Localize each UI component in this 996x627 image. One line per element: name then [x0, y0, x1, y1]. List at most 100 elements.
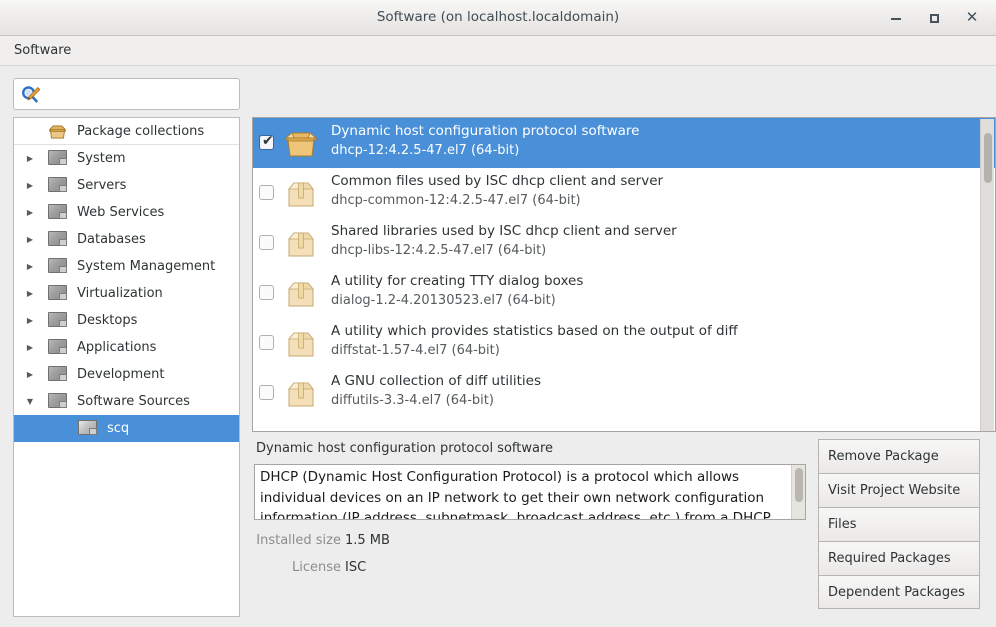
package-title: A utility for creating TTY dialog boxes — [331, 273, 584, 289]
package-title: Shared libraries used by ISC dhcp client… — [331, 223, 677, 239]
chevron-right-icon[interactable]: ▶ — [22, 307, 38, 334]
title-bar: Software (on localhost.localdomain) ✕ — [0, 0, 996, 36]
sidebar-item-label: System Management — [77, 259, 216, 274]
scrollbar-thumb[interactable] — [984, 133, 992, 183]
minimize-icon — [891, 17, 901, 20]
package-version: diffstat-1.57-4.el7 (64-bit) — [331, 343, 500, 358]
package-checkbox[interactable] — [259, 235, 274, 250]
sidebar-item-label: Desktops — [77, 313, 138, 328]
package-title: A utility which provides statistics base… — [331, 323, 738, 339]
menu-item-software[interactable]: Software — [8, 36, 77, 66]
installed-size-label: Installed size — [256, 533, 341, 548]
sidebar-item-system[interactable]: ▶ System — [14, 145, 239, 172]
package-version: dialog-1.2-4.20130523.el7 (64-bit) — [331, 293, 556, 308]
sidebar-item-web-services[interactable]: ▶ Web Services — [14, 199, 239, 226]
description-text: DHCP (Dynamic Host Configuration Protoco… — [260, 469, 771, 520]
package-checkbox[interactable] — [259, 335, 274, 350]
sidebar-item-label: Applications — [77, 340, 157, 355]
search-edit-icon — [21, 85, 41, 105]
search-input[interactable] — [46, 79, 236, 109]
screen-icon — [48, 204, 67, 220]
package-row[interactable]: A utility which provides statistics base… — [253, 318, 995, 368]
screen-icon — [48, 366, 67, 382]
dependent-packages-button[interactable]: Dependent Packages — [818, 575, 980, 609]
menu-bar: Software — [0, 36, 996, 66]
package-list[interactable]: ✔ Dynamic host configuration protocol sof… — [252, 117, 996, 432]
required-packages-button[interactable]: Required Packages — [818, 541, 980, 575]
package-checkbox[interactable] — [259, 285, 274, 300]
chevron-down-icon[interactable]: ▼ — [22, 388, 38, 415]
package-version: dhcp-common-12:4.2.5-47.el7 (64-bit) — [331, 193, 581, 208]
chevron-right-icon[interactable]: ▶ — [22, 280, 38, 307]
license-value: ISC — [345, 560, 367, 575]
package-title: A GNU collection of diff utilities — [331, 373, 542, 389]
sidebar-item-scq[interactable]: scq — [14, 415, 239, 442]
package-checkbox[interactable] — [259, 385, 274, 400]
package-row[interactable]: A GNU collection of diff utilities diffut… — [253, 368, 995, 418]
screen-icon — [48, 285, 67, 301]
remove-package-button[interactable]: Remove Package — [818, 439, 980, 473]
screen-icon — [48, 150, 67, 166]
sidebar-item-label: System — [77, 151, 126, 166]
package-list-scrollbar[interactable] — [980, 119, 994, 431]
close-button[interactable]: ✕ — [956, 0, 988, 35]
visit-project-website-button[interactable]: Visit Project Website — [818, 473, 980, 507]
search-box[interactable] — [13, 78, 240, 110]
maximize-button[interactable] — [918, 0, 950, 35]
screen-icon — [78, 420, 97, 436]
closed-box-icon — [284, 279, 318, 309]
sidebar-item-software-sources[interactable]: ▼ Software Sources — [14, 388, 239, 415]
scrollbar-thumb[interactable] — [795, 468, 803, 502]
chevron-right-icon[interactable]: ▶ — [22, 361, 38, 388]
sidebar-item-servers[interactable]: ▶ Servers — [14, 172, 239, 199]
screen-icon — [48, 312, 67, 328]
package-checkbox[interactable] — [259, 185, 274, 200]
action-button-group: Remove Package Visit Project Website Files… — [818, 439, 980, 609]
description-scrollbar[interactable] — [791, 465, 805, 519]
sidebar-item-virtualization[interactable]: ▶ Virtualization — [14, 280, 239, 307]
sidebar-item-development[interactable]: ▶ Development — [14, 361, 239, 388]
sidebar-item-label: Servers — [77, 178, 127, 193]
screen-icon — [48, 339, 67, 355]
chevron-right-icon[interactable]: ▶ — [22, 334, 38, 361]
sidebar-item-label: Web Services — [77, 205, 165, 220]
minimize-button[interactable] — [880, 0, 912, 35]
chevron-right-icon[interactable]: ▶ — [22, 172, 38, 199]
package-row[interactable]: Shared libraries used by ISC dhcp client… — [253, 218, 995, 268]
window-title: Software (on localhost.localdomain) — [376, 9, 620, 25]
screen-icon — [48, 177, 67, 193]
package-row[interactable]: A utility for creating TTY dialog boxes d… — [253, 268, 995, 318]
sidebar-item-label: Software Sources — [77, 394, 190, 409]
screen-icon — [48, 231, 67, 247]
close-icon: ✕ — [965, 8, 979, 26]
closed-box-icon — [284, 179, 318, 209]
sidebar-item-label: Databases — [77, 232, 146, 247]
sidebar-item-databases[interactable]: ▶ Databases — [14, 226, 239, 253]
package-version: dhcp-12:4.2.5-47.el7 (64-bit) — [331, 143, 520, 158]
package-version: dhcp-libs-12:4.2.5-47.el7 (64-bit) — [331, 243, 547, 258]
maximize-icon — [929, 13, 939, 23]
chevron-right-icon[interactable]: ▶ — [22, 226, 38, 253]
installed-size-value: 1.5 MB — [345, 533, 390, 548]
description-box[interactable]: DHCP (Dynamic Host Configuration Protoco… — [254, 464, 806, 520]
package-row[interactable]: Common files used by ISC dhcp client and… — [253, 168, 995, 218]
package-title: Dynamic host configuration protocol soft… — [331, 123, 640, 139]
chevron-right-icon[interactable]: ▶ — [22, 253, 38, 280]
package-checkbox[interactable]: ✔ — [259, 133, 274, 150]
license-label: License — [291, 560, 341, 575]
sidebar-item-package-collections[interactable]: Package collections — [14, 118, 239, 145]
details-title: Dynamic host configuration protocol soft… — [256, 441, 554, 456]
category-tree[interactable]: Package collections ▶ System ▶ Servers ▶ Web S… — [13, 117, 240, 617]
sidebar-item-label: Package collections — [77, 124, 205, 139]
open-box-icon — [284, 129, 318, 159]
closed-box-icon — [284, 379, 318, 409]
package-row[interactable]: ✔ Dynamic host configuration protocol sof… — [253, 118, 995, 168]
closed-box-icon — [284, 329, 318, 359]
screen-icon — [48, 258, 67, 274]
sidebar-item-system-management[interactable]: ▶ System Management — [14, 253, 239, 280]
files-button[interactable]: Files — [818, 507, 980, 541]
chevron-right-icon[interactable]: ▶ — [22, 145, 38, 172]
sidebar-item-applications[interactable]: ▶ Applications — [14, 334, 239, 361]
chevron-right-icon[interactable]: ▶ — [22, 199, 38, 226]
sidebar-item-desktops[interactable]: ▶ Desktops — [14, 307, 239, 334]
